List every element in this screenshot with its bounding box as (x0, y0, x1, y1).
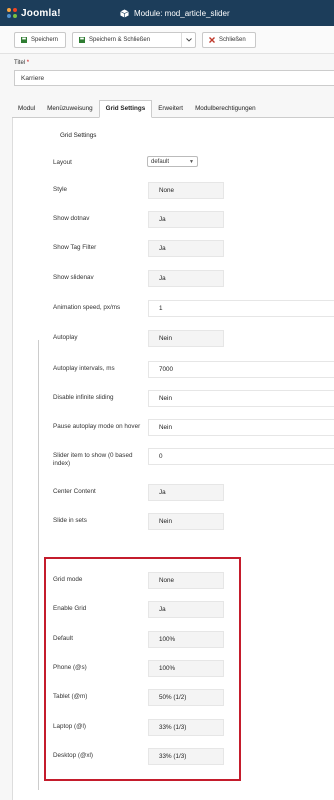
save-options-dropdown[interactable] (181, 32, 195, 47)
autoplay-interval-label: Autoplay intervals, ms (53, 365, 115, 372)
tab-modul[interactable]: Modul (12, 105, 41, 117)
title-label: Titel * (14, 60, 30, 66)
slide-in-sets-field[interactable]: Nein (148, 513, 224, 530)
toolbar: Speichern Speichern & Schließen Schließe… (0, 26, 334, 54)
pause-autoplay-field[interactable]: Nein (148, 419, 334, 436)
center-content-label: Center Content (53, 488, 96, 495)
layout-label: Layout (53, 159, 72, 166)
autoplay-label: Autoplay (53, 334, 78, 341)
slider-item-show-field[interactable]: 0 (148, 448, 334, 465)
animation-speed-label: Animation speed, px/ms (53, 304, 121, 311)
disable-infinite-label: Disable infinite sliding (53, 394, 114, 401)
autoplay-interval-field[interactable]: 7000 (148, 361, 334, 378)
section-title: Grid Settings (60, 132, 97, 139)
show-tag-filter-label: Show Tag Filter (53, 244, 97, 251)
show-slidenav-field[interactable]: Ja (148, 270, 224, 287)
logo-text: Joomla! (21, 7, 61, 19)
autoplay-field[interactable]: Nein (148, 330, 224, 347)
pause-autoplay-label: Pause autoplay mode on hover (53, 423, 141, 430)
save-icon (21, 36, 27, 43)
slide-in-sets-label: Slide in sets (53, 517, 87, 524)
highlight-box (44, 557, 241, 781)
tab-grid-settings[interactable]: Grid Settings (98, 100, 153, 118)
title-input-value: Karriere (21, 74, 45, 82)
layout-select-value: default (151, 158, 170, 165)
module-title-text: Module: mod_article_slider (134, 8, 230, 18)
tab-erweitert[interactable]: Erweitert (152, 105, 189, 117)
tab-bar: Modul Menüzuweisung Grid Settings Erweit… (12, 100, 334, 118)
tab-menuezuweisung[interactable]: Menüzuweisung (41, 105, 99, 117)
show-dotnav-field[interactable]: Ja (148, 211, 224, 228)
style-label: Style (53, 186, 67, 193)
section-divider (38, 340, 39, 790)
joomla-logo-icon (7, 8, 17, 18)
cube-icon (120, 8, 129, 18)
admin-header: Joomla! Module: mod_article_slider (0, 0, 334, 26)
show-tag-filter-field[interactable]: Ja (148, 240, 224, 257)
style-field[interactable]: None (148, 182, 224, 199)
save-button[interactable]: Speichern (14, 31, 66, 48)
save-close-button[interactable]: Speichern & Schließen (72, 31, 196, 48)
close-button-label: Schließen (219, 36, 246, 43)
close-button[interactable]: Schließen (202, 31, 256, 48)
page-title: Module: mod_article_slider (110, 9, 230, 18)
save-close-button-label: Speichern & Schließen (89, 36, 151, 43)
save-button-label: Speichern (31, 36, 59, 43)
layout-select[interactable]: default ▼ (147, 156, 198, 167)
save-icon (79, 36, 85, 43)
show-slidenav-label: Show slidenav (53, 274, 94, 281)
tab-modulberechtigungen[interactable]: Modulberechtigungen (189, 105, 262, 117)
slider-item-show-label: Slider item to show (0 based index) (53, 452, 133, 467)
close-icon (209, 36, 215, 43)
center-content-field[interactable]: Ja (148, 484, 224, 501)
joomla-logo[interactable]: Joomla! (0, 0, 110, 26)
required-mark: * (26, 60, 30, 66)
title-input[interactable]: Karriere (14, 70, 334, 86)
animation-speed-field[interactable]: 1 (148, 300, 334, 317)
chevron-down-icon: ▼ (189, 158, 194, 165)
disable-infinite-field[interactable]: Nein (148, 390, 334, 407)
chevron-down-icon (185, 37, 192, 42)
show-dotnav-label: Show dotnav (53, 215, 90, 222)
